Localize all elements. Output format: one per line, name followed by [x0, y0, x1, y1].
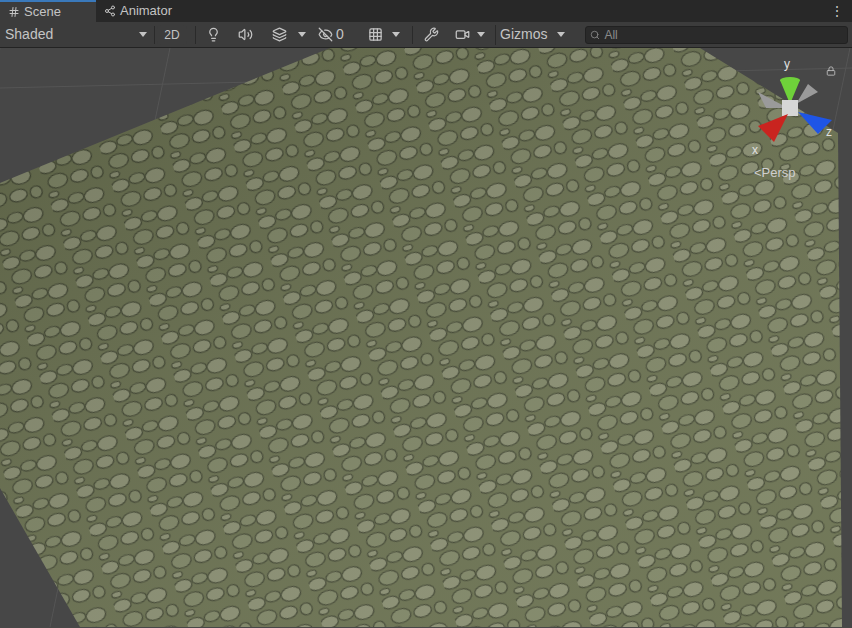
- scene-viewport[interactable]: y x z <Persp: [0, 48, 852, 628]
- 2d-toggle[interactable]: 2D: [157, 25, 187, 45]
- orientation-gizmo[interactable]: yxz<Persp: [746, 62, 846, 192]
- effects-caret[interactable]: [298, 32, 306, 37]
- scene-render: [0, 48, 852, 627]
- speaker-icon: [238, 27, 253, 42]
- eye-slash-icon: [318, 27, 333, 42]
- camera-toggle[interactable]: [449, 27, 475, 42]
- gizmos-caret[interactable]: [557, 32, 565, 37]
- center-cube-icon: [782, 100, 798, 116]
- camera-icon: [455, 27, 470, 42]
- camera-caret[interactable]: [477, 32, 485, 37]
- x-cone-icon: [758, 114, 788, 142]
- grid-icon: [8, 6, 20, 18]
- tab-bar: SceneAnimator ⋮: [0, 0, 852, 22]
- lighting-toggle[interactable]: [198, 27, 228, 42]
- tab[interactable]: Animator: [96, 0, 186, 22]
- projection-label[interactable]: <Persp: [754, 166, 796, 179]
- window-menu[interactable]: ⋮: [822, 0, 852, 22]
- axis-label: z: [826, 126, 832, 138]
- search-field[interactable]: All: [585, 26, 848, 44]
- unity-scene-window: SceneAnimator ⋮ Shaded2D 0 Gizmos All y x z <Pers…: [0, 0, 852, 628]
- lightbulb-icon: [206, 27, 221, 42]
- search-icon: [590, 30, 600, 40]
- shading-caret[interactable]: [139, 32, 147, 37]
- terrain-plane: [0, 48, 842, 627]
- tab[interactable]: Scene: [0, 0, 96, 22]
- audio-toggle[interactable]: [230, 27, 260, 42]
- scene-toolbar: Shaded2D 0 Gizmos All: [0, 22, 852, 48]
- axis-label: y: [784, 58, 790, 70]
- shading-dropdown[interactable]: Shaded: [0, 22, 152, 47]
- grid-caret[interactable]: [392, 32, 400, 37]
- hidden-objects[interactable]: 0: [318, 24, 354, 45]
- axis-label: x: [752, 144, 758, 156]
- effects-toggle[interactable]: [262, 27, 296, 42]
- grid-icon: [368, 27, 383, 42]
- layers-icon: [272, 27, 287, 42]
- back-z-cone-icon: [796, 84, 818, 104]
- tools-icon: [424, 27, 439, 42]
- animator-icon: [104, 5, 116, 17]
- tools-toggle[interactable]: [415, 27, 447, 42]
- lock-icon[interactable]: [826, 66, 836, 76]
- gizmos-dropdown[interactable]: Gizmos: [495, 25, 571, 45]
- grid-toggle[interactable]: [360, 27, 390, 42]
